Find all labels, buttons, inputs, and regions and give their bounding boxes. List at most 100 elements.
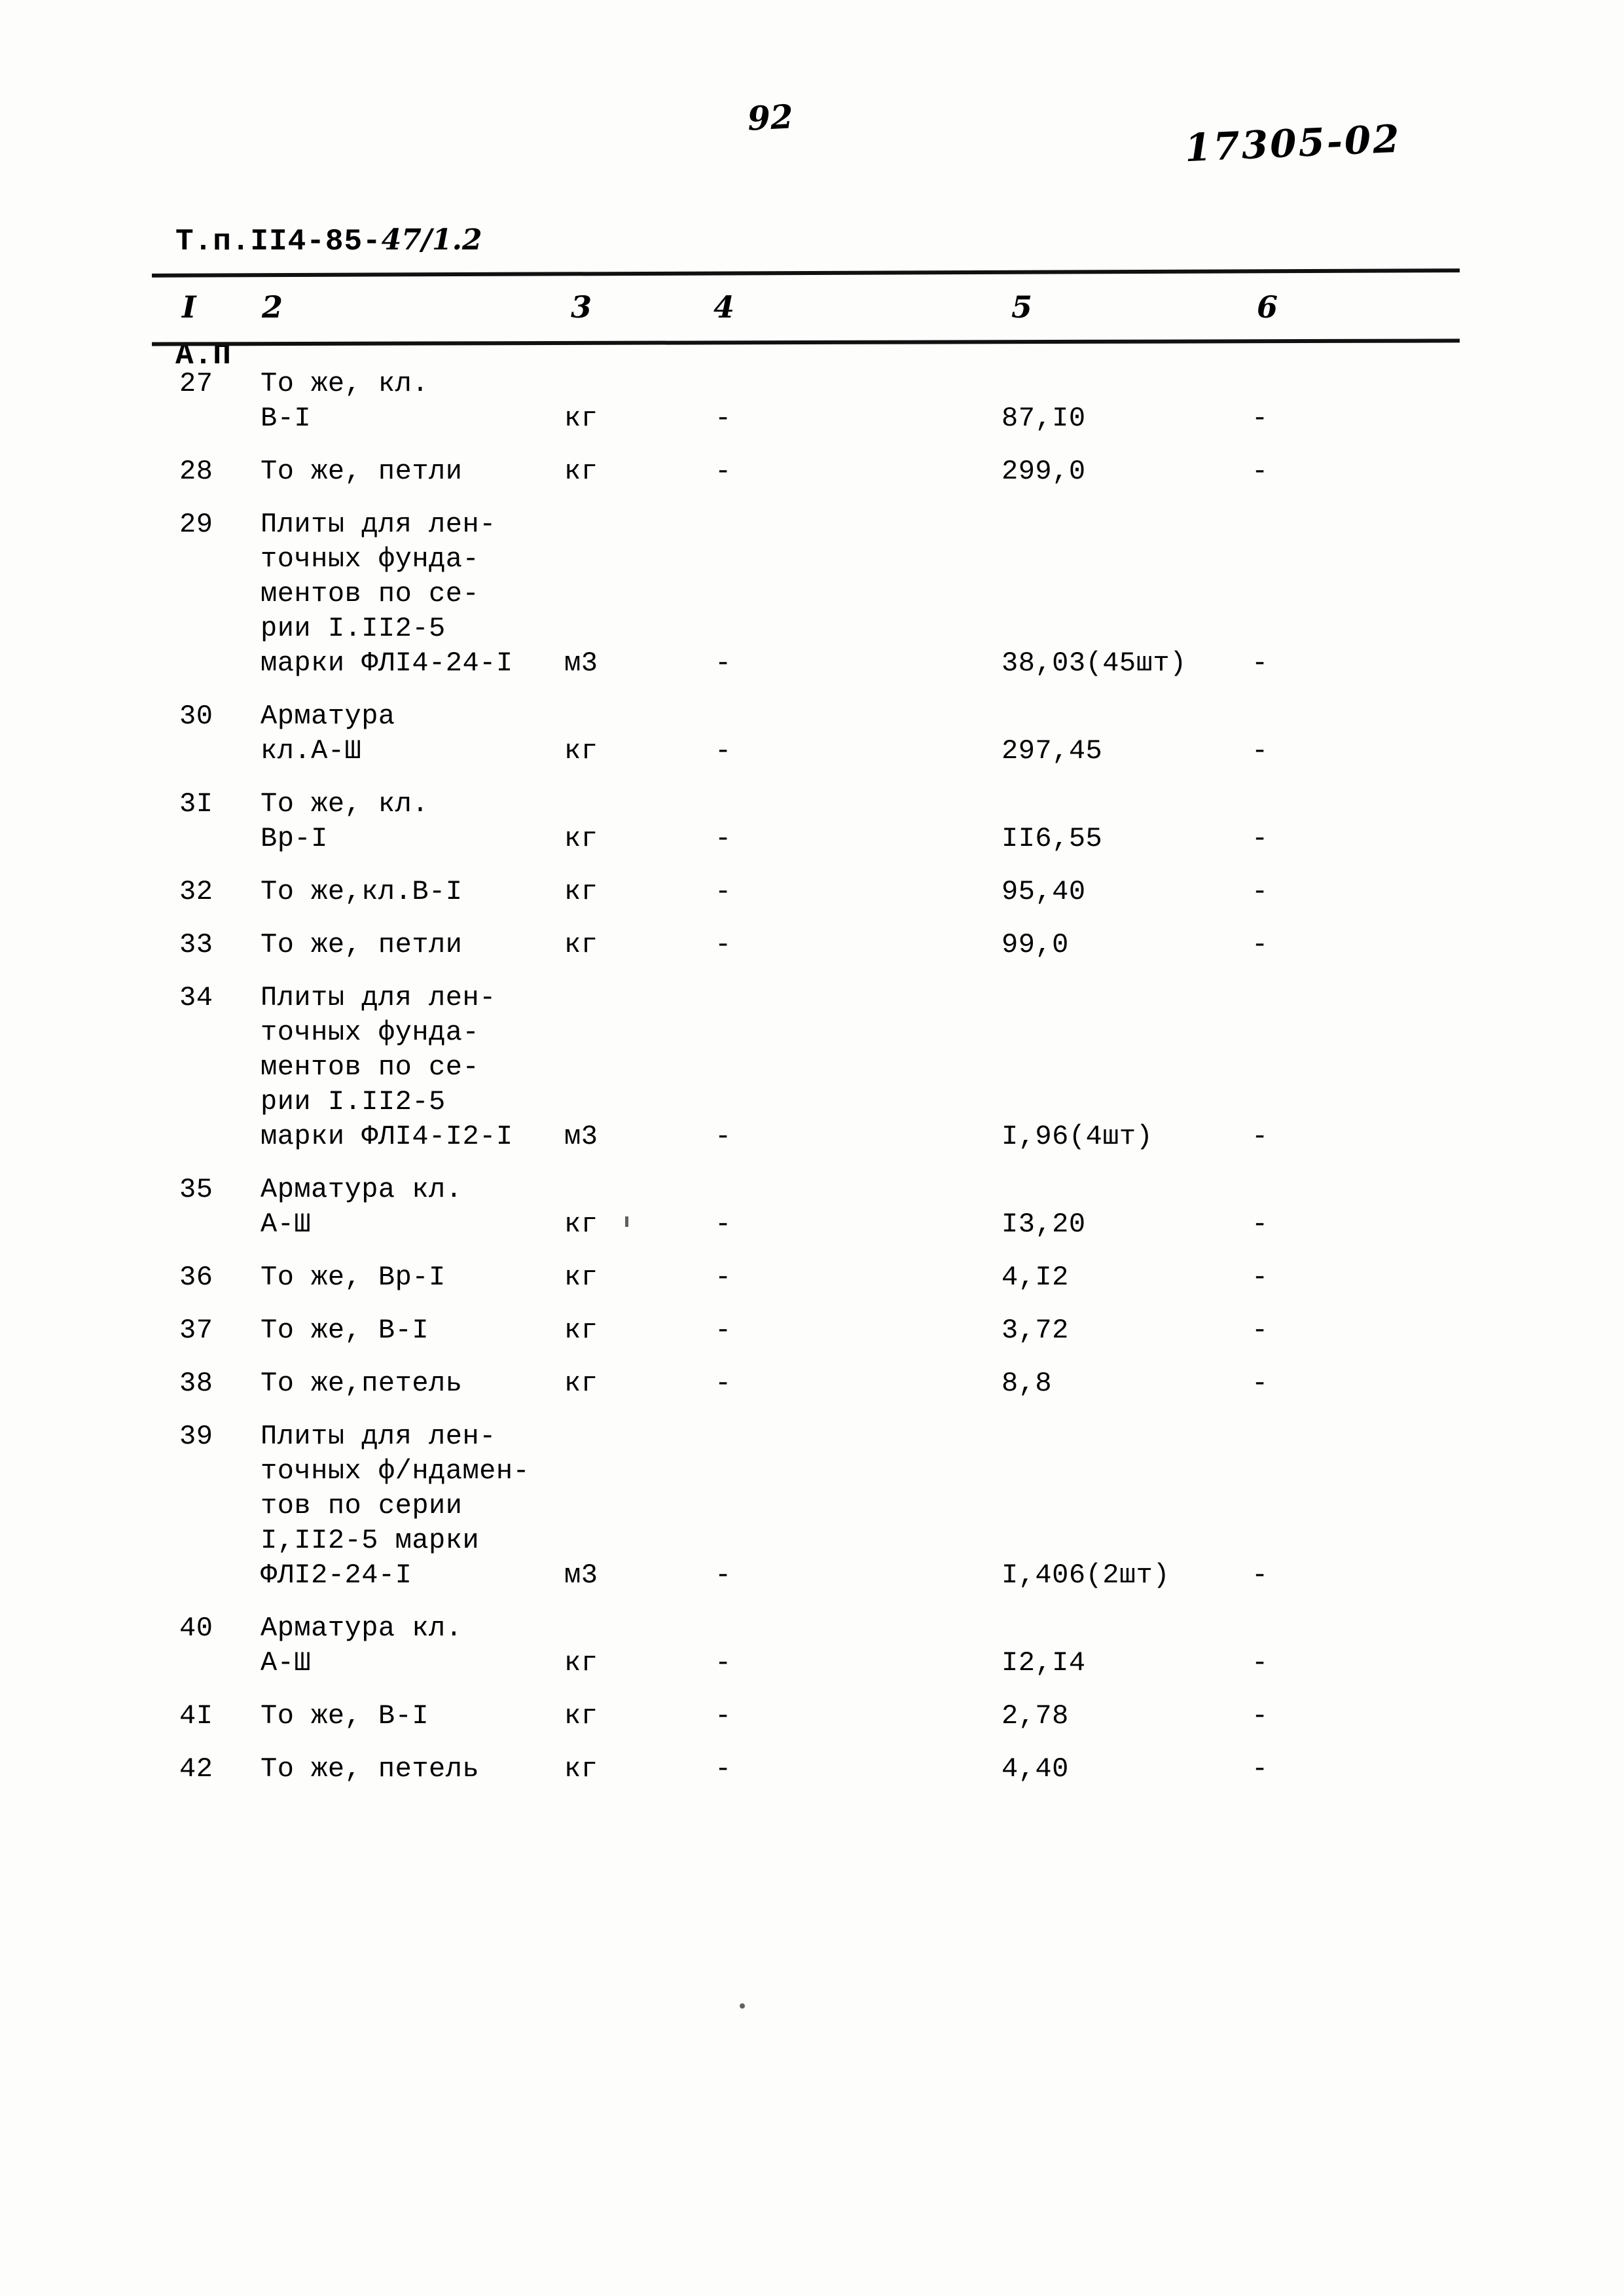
row-unit: кг xyxy=(564,876,598,907)
row-unit: кг xyxy=(564,403,598,434)
row-col6-value: - xyxy=(1252,403,1269,434)
row-description: Плиты для лен-точных ф/ндамен-тов по сер… xyxy=(261,1419,562,1593)
row-quantity-value: I,96(4шт) xyxy=(1001,1121,1153,1152)
row-quantity-value: I,406(2шт) xyxy=(1001,1559,1170,1591)
table-row: 3I То же, кл. Вр-I кг - II6,55- xyxy=(0,787,1624,875)
row-col4-value: - xyxy=(715,735,732,767)
table-row: 29 Плиты для лен-точных фунда-ментов по с… xyxy=(0,507,1624,699)
row-unit: кг xyxy=(564,1753,598,1785)
row-quantity-value: 297,45 xyxy=(1001,735,1103,767)
row-number: 29 xyxy=(179,509,213,540)
row-description-line: кл.А-Ш xyxy=(261,735,362,767)
row-description-line: То же, В-I xyxy=(261,1315,429,1346)
row-unit: кг xyxy=(564,1315,598,1346)
row-number: 36 xyxy=(179,1262,213,1293)
row-description: Плиты для лен-точных фунда-ментов по се-… xyxy=(261,981,562,1154)
row-description-line: Плиты для лен- xyxy=(261,1421,496,1452)
row-description-line: То же, В-I xyxy=(261,1700,429,1732)
table-row: 36 То же, Вр-I кг - 4,I2 - xyxy=(0,1260,1624,1313)
row-description-line: ментов по се- xyxy=(261,578,480,610)
row-description-line: Арматура кл. xyxy=(261,1613,463,1644)
document-code-handwritten: 47/1.2 xyxy=(381,223,482,257)
row-unit: кг xyxy=(564,1647,598,1679)
row-unit: кг xyxy=(564,735,598,767)
row-description-line: То же, кл. xyxy=(261,368,429,399)
row-description-line: В-I xyxy=(261,403,312,434)
table-row: 33 То же, петли кг - 99,0 - xyxy=(0,928,1624,981)
row-description-line: То же, петель xyxy=(261,1753,480,1785)
row-number: 28 xyxy=(179,456,213,487)
row-col6-value: - xyxy=(1252,1700,1269,1732)
row-col4-value: - xyxy=(715,1753,732,1785)
archive-code: 17305-02 xyxy=(1183,116,1402,171)
table-body: 27 То же, кл. В-I кг - 87,I0 - 28 То же, петли кг… xyxy=(0,367,1624,1805)
row-quantity-value: 3,72 xyxy=(1001,1315,1069,1346)
row-col6-value: - xyxy=(1252,1647,1269,1679)
row-description-line: Плиты для лен- xyxy=(261,982,496,1013)
row-col6-value: - xyxy=(1252,1315,1269,1346)
row-number: 4I xyxy=(179,1700,213,1732)
row-quantity-value: 4,I2 xyxy=(1001,1262,1069,1293)
row-number: 38 xyxy=(179,1368,213,1399)
row-description: То же, кл. В-I xyxy=(261,367,562,436)
row-description-line: Вр-I xyxy=(261,823,328,854)
row-col6-value: - xyxy=(1252,735,1269,767)
column-header-4: 4 xyxy=(713,289,735,325)
row-col6-value: - xyxy=(1252,1559,1269,1591)
row-col6-value: - xyxy=(1252,1262,1269,1293)
row-col6-value: - xyxy=(1252,647,1269,679)
row-description-line: ментов по се- xyxy=(261,1051,480,1083)
document-code: Т.п.II4-85-47/1.2 xyxy=(175,221,482,261)
document-page: Т.п.II4-85-47/1.2 А.П 92 17305-02 I 2 3 … xyxy=(0,0,1624,2296)
row-unit: кг xyxy=(564,1368,598,1399)
row-unit: кг xyxy=(564,456,598,487)
column-header-6: 6 xyxy=(1257,289,1278,325)
column-header-3: 3 xyxy=(571,289,592,325)
row-description-line: I,II2-5 марки xyxy=(261,1525,480,1556)
row-col4-value: - xyxy=(715,1121,732,1152)
row-number: 40 xyxy=(179,1613,213,1644)
row-description-line: То же, Вр-I xyxy=(261,1262,446,1293)
row-col6-value: - xyxy=(1252,1368,1269,1399)
row-description: Арматура кл. А-Ш xyxy=(261,1173,562,1242)
row-description-line: То же,кл.В-I xyxy=(261,876,463,907)
row-description-line: А-Ш xyxy=(261,1647,312,1679)
table-row: 35 Арматура кл. А-Ш кг - I3,20 - xyxy=(0,1173,1624,1260)
row-col6-value: - xyxy=(1252,823,1269,854)
row-number: 3I xyxy=(179,788,213,820)
table-row: 4I То же, В-I кг - 2,78 - xyxy=(0,1699,1624,1752)
row-description: То же, петель xyxy=(261,1752,562,1787)
row-description-line: тов по серии xyxy=(261,1490,463,1522)
row-unit: кг xyxy=(564,1262,598,1293)
row-col6-value: - xyxy=(1252,876,1269,907)
row-description-line: марки ФЛI4-I2-I xyxy=(261,1121,513,1152)
document-code-printed: Т.п.II4-85- xyxy=(175,225,382,259)
row-col4-value: - xyxy=(715,456,732,487)
row-description: То же, петли xyxy=(261,928,562,962)
row-number: 32 xyxy=(179,876,213,907)
row-description-line: То же,петель xyxy=(261,1368,463,1399)
table-row: 34 Плиты для лен-точных фунда-ментов по с… xyxy=(0,981,1624,1173)
row-col4-value: - xyxy=(715,1315,732,1346)
row-description-line: марки ФЛI4-24-I xyxy=(261,647,513,679)
row-unit: кг xyxy=(564,1700,598,1732)
row-col4-value: - xyxy=(715,1262,732,1293)
row-col4-value: - xyxy=(715,1209,732,1240)
table-row: 40 Арматура кл. А-Ш кг - I2,I4 - xyxy=(0,1611,1624,1699)
row-col4-value: - xyxy=(715,403,732,434)
row-description: То же, кл. Вр-I xyxy=(261,787,562,856)
row-description-line: точных ф/ндамен- xyxy=(261,1455,530,1487)
row-col4-value: - xyxy=(715,1559,732,1591)
column-header-1: I xyxy=(182,289,196,325)
row-quantity-value: I2,I4 xyxy=(1001,1647,1086,1679)
row-col6-value: - xyxy=(1252,1209,1269,1240)
row-col4-value: - xyxy=(715,1647,732,1679)
row-description: То же, В-I xyxy=(261,1699,562,1734)
row-quantity-value: 38,03(45шт) xyxy=(1001,647,1187,679)
row-quantity-value: 2,78 xyxy=(1001,1700,1069,1732)
row-col4-value: - xyxy=(715,929,732,960)
row-quantity-value: I3,20 xyxy=(1001,1209,1086,1240)
row-col4-value: - xyxy=(715,823,732,854)
table-row: 38 То же,петель кг - 8,8 - xyxy=(0,1366,1624,1419)
scan-artifact xyxy=(625,1216,628,1227)
